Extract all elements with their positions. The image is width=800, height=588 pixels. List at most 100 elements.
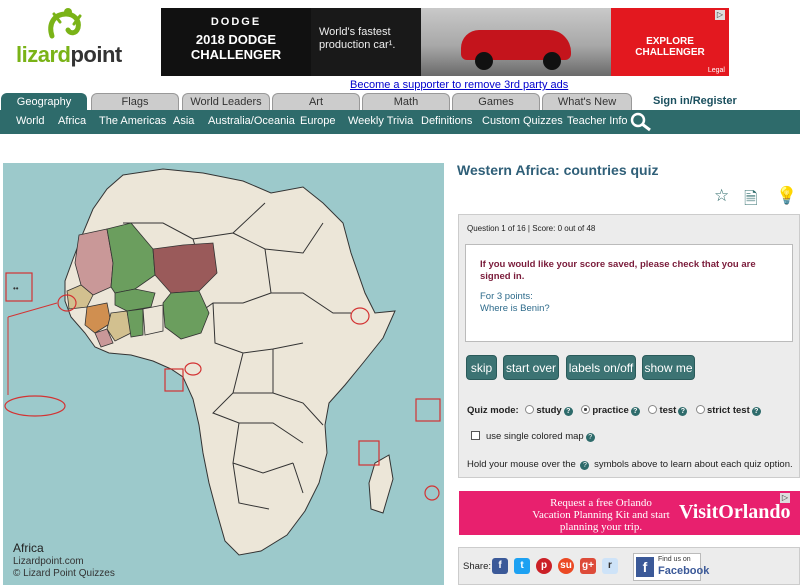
orlando-ad-banner[interactable]: Request a free Orlando Vacation Planning…: [459, 491, 800, 535]
adchoices-icon[interactable]: ▷: [715, 10, 725, 20]
tab-games[interactable]: Games: [452, 93, 540, 110]
lizard-logo-icon: [48, 8, 82, 39]
google-plus-icon[interactable]: g+: [580, 558, 596, 574]
madagascar: [368, 454, 394, 514]
subnav-europe[interactable]: Europe: [300, 115, 335, 127]
sub-nav: World Africa The Americas Asia Australia…: [0, 110, 800, 134]
ad-left-panel: DODGE 2018 DODGE CHALLENGER: [161, 8, 311, 76]
help-icon[interactable]: ?: [563, 407, 573, 416]
pinterest-icon[interactable]: p: [536, 558, 552, 574]
quiz-mode-row: Quiz mode: study? practice? test? strict…: [467, 405, 763, 416]
facebook-logo-icon: f: [636, 557, 654, 577]
help-icon: ?: [580, 461, 590, 470]
stumbleupon-icon[interactable]: su: [558, 558, 574, 574]
help-icon[interactable]: ?: [678, 407, 688, 416]
logo-text: lizardpoint: [16, 42, 122, 67]
question-prompt: Where is Benin?: [480, 303, 550, 314]
points-label: For 3 points:: [480, 291, 533, 302]
gambia-zoom-ellipse: [4, 395, 66, 417]
country-benin-togo: [142, 304, 164, 336]
mode-practice-radio[interactable]: [581, 405, 591, 414]
document-icon[interactable]: 🗎: [744, 186, 758, 215]
quiz-mode-label: Quiz mode:: [467, 405, 519, 416]
map-caption: Africa: [13, 541, 44, 555]
share-label: Share:: [463, 561, 491, 572]
tab-geography[interactable]: Geography: [1, 93, 87, 110]
orlando-ad-brand: VisitOrlando: [679, 501, 791, 523]
tab-world-leaders[interactable]: World Leaders: [182, 93, 270, 110]
subnav-asia[interactable]: Asia: [173, 115, 194, 127]
dodge-ad-banner[interactable]: ↻ DODGE 2018 DODGE CHALLENGER World's fa…: [161, 8, 729, 76]
mode-strict-radio[interactable]: [695, 405, 705, 414]
subnav-americas[interactable]: The Americas: [99, 115, 166, 127]
subnav-world[interactable]: World: [16, 115, 45, 127]
mode-study-label[interactable]: study: [536, 405, 561, 416]
star-icon[interactable]: ☆: [714, 186, 729, 206]
signin-link[interactable]: Sign in/Register: [653, 95, 737, 107]
facebook-follow-badge[interactable]: f Find us on Facebook: [633, 553, 709, 581]
help-icon[interactable]: ?: [751, 407, 761, 416]
subnav-custom-quizzes[interactable]: Custom Quizzes: [482, 115, 563, 127]
tab-whats-new[interactable]: What's New: [542, 93, 632, 110]
twitter-icon[interactable]: t: [514, 558, 530, 574]
fb-find-us: Find us on: [658, 556, 691, 563]
tab-math[interactable]: Math: [362, 93, 450, 110]
save-score-message: If you would like your score saved, plea…: [480, 259, 756, 282]
help-icon[interactable]: ?: [630, 407, 640, 416]
single-color-checkbox[interactable]: [471, 431, 480, 440]
mode-study-radio[interactable]: [525, 405, 535, 414]
hover-hint-a: Hold your mouse over the: [467, 459, 576, 470]
start-over-button[interactable]: start over: [503, 355, 559, 380]
seychelles-box: [415, 398, 441, 422]
ad-tagline: World's fastest production car¹.: [311, 8, 421, 76]
labels-toggle-button[interactable]: labels on/off: [566, 355, 636, 380]
subnav-oceania[interactable]: Australia/Oceania: [208, 115, 295, 127]
car-image: [421, 8, 611, 76]
orlando-ad-text: Request a free Orlando Vacation Planning…: [532, 497, 670, 533]
lightbulb-icon[interactable]: 💡: [776, 186, 797, 206]
ad-cta-button[interactable]: EXPLORE CHALLENGER: [611, 8, 729, 76]
tab-flags[interactable]: Flags: [91, 93, 179, 110]
single-color-label[interactable]: use single colored map: [486, 431, 584, 442]
map-site: Lizardpoint.com: [13, 556, 84, 567]
show-me-button[interactable]: show me: [642, 355, 695, 380]
single-color-option[interactable]: use single colored map?: [471, 431, 597, 442]
facebook-icon[interactable]: f: [492, 558, 508, 574]
question-card: If you would like your score saved, plea…: [465, 244, 793, 342]
mode-practice-label[interactable]: practice: [592, 405, 628, 416]
share-bar: Share: f t p su g+ r f Find us on Facebo…: [458, 547, 800, 585]
subnav-definitions[interactable]: Definitions: [421, 115, 472, 127]
mode-test-radio[interactable]: [648, 405, 658, 414]
skip-button[interactable]: skip: [466, 355, 497, 380]
svg-text:••: ••: [13, 284, 19, 293]
supporter-link[interactable]: Become a supporter to remove 3rd party a…: [350, 79, 568, 91]
ad-brand: DODGE: [210, 16, 262, 28]
subnav-teacher-info[interactable]: Teacher Info: [567, 115, 628, 127]
ad-legal-link[interactable]: Legal: [708, 67, 725, 74]
reddit-icon[interactable]: r: [602, 558, 618, 574]
quiz-icons: ☆ 🗎 💡: [714, 186, 800, 208]
subnav-weekly-trivia[interactable]: Weekly Trivia: [348, 115, 413, 127]
hover-hint: Hold your mouse over the ? symbols above…: [467, 459, 793, 470]
question-text: For 3 points: Where is Benin?: [480, 291, 550, 315]
quiz-panel: Question 1 of 16 | Score: 0 out of 48 If…: [458, 214, 800, 478]
fb-brand: Facebook: [658, 565, 710, 577]
quiz-status: Question 1 of 16 | Score: 0 out of 48: [467, 224, 596, 233]
help-icon[interactable]: ?: [585, 433, 595, 442]
quiz-title: Western Africa: countries quiz: [457, 162, 659, 178]
mode-strict-label[interactable]: strict test: [707, 405, 750, 416]
tab-art[interactable]: Art: [272, 93, 360, 110]
adchoices-icon[interactable]: ▷: [780, 493, 790, 503]
africa-map[interactable]: •• Africa Lizardpoint.com © Lizard Point…: [3, 163, 444, 585]
subnav-africa[interactable]: Africa: [58, 115, 86, 127]
mauritius-circle: [424, 485, 440, 501]
map-copyright: © Lizard Point Quizzes: [13, 568, 115, 579]
search-icon[interactable]: [630, 112, 652, 132]
hover-hint-b: symbols above to learn about each quiz o…: [594, 459, 793, 470]
mode-test-label[interactable]: test: [659, 405, 676, 416]
comoros-box: [358, 440, 380, 466]
africa-map-svg[interactable]: ••: [3, 163, 444, 585]
cape-verde-box: [5, 272, 33, 302]
site-logo[interactable]: lizardpoint: [10, 4, 130, 70]
ad-model: 2018 DODGE CHALLENGER: [190, 32, 282, 62]
